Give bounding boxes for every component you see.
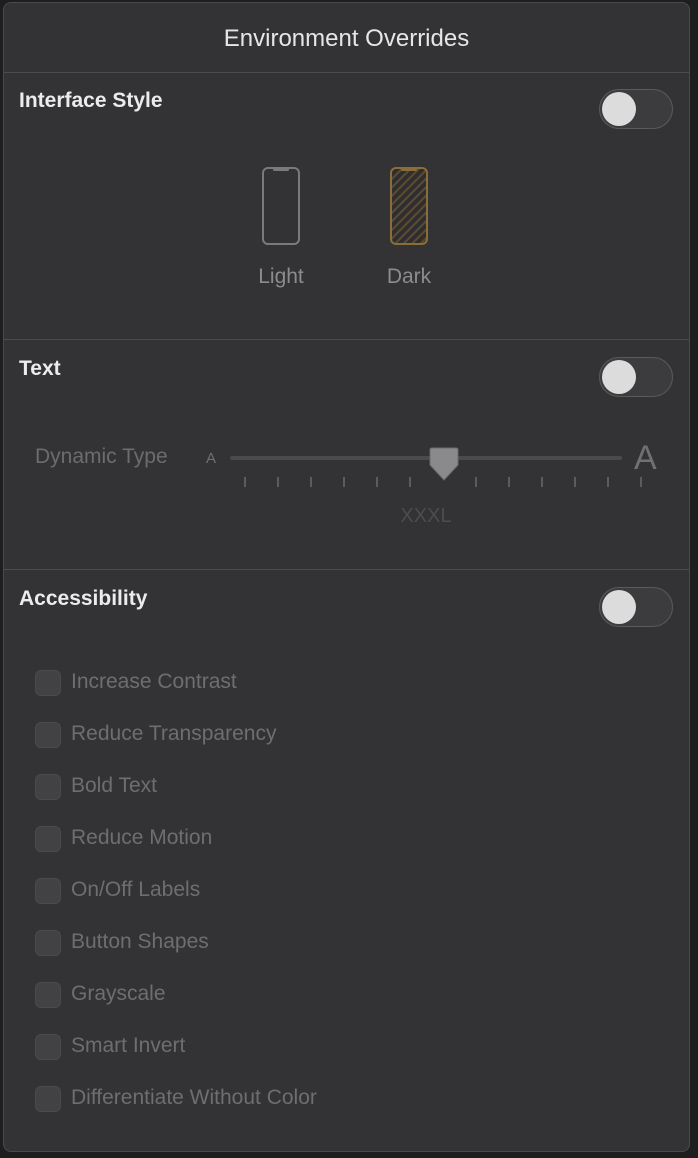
- toggle-knob: [602, 360, 636, 394]
- checkbox-box[interactable]: [35, 878, 61, 904]
- checkbox-box[interactable]: [35, 1086, 61, 1112]
- dynamic-type-value-label: XXXL: [400, 505, 452, 527]
- slider-tick: [640, 477, 642, 487]
- large-text-size-icon: A: [634, 439, 657, 477]
- checkbox-label: Increase Contrast: [71, 670, 237, 693]
- accessibility-section-title: Accessibility: [19, 587, 148, 610]
- popover-title: Environment Overrides: [223, 25, 470, 52]
- interface-style-divider: [4, 339, 689, 340]
- slider-tick: [343, 477, 345, 487]
- slider-tick: [376, 477, 378, 487]
- toggle-knob: [602, 590, 636, 624]
- phone-notch: [401, 168, 417, 171]
- checkbox-box[interactable]: [35, 774, 61, 800]
- dynamic-type-slider-track[interactable]: [230, 456, 622, 460]
- dark-appearance-label: Dark: [386, 265, 432, 288]
- environment-overrides-popover: Environment Overrides Interface Style Li…: [3, 2, 690, 1152]
- slider-tick: [244, 477, 246, 487]
- phone-notch: [273, 168, 289, 171]
- checkbox-label: Reduce Transparency: [71, 722, 277, 745]
- slider-tick: [475, 477, 477, 487]
- slider-tick: [409, 477, 411, 487]
- checkbox-box[interactable]: [35, 1034, 61, 1060]
- text-divider: [4, 569, 689, 570]
- checkbox-box[interactable]: [35, 930, 61, 956]
- dark-appearance-icon[interactable]: [390, 167, 428, 245]
- slider-tick: [541, 477, 543, 487]
- slider-tick: [277, 477, 279, 487]
- light-appearance-label: Light: [258, 265, 304, 288]
- slider-tick: [607, 477, 609, 487]
- dynamic-type-slider-thumb[interactable]: [429, 447, 459, 481]
- text-toggle[interactable]: [599, 357, 673, 397]
- checkbox-label: On/Off Labels: [71, 878, 201, 901]
- slider-tick: [508, 477, 510, 487]
- checkbox-box[interactable]: [35, 982, 61, 1008]
- checkbox-box[interactable]: [35, 826, 61, 852]
- dynamic-type-label: Dynamic Type: [35, 445, 168, 468]
- checkbox-label: Smart Invert: [71, 1034, 186, 1057]
- checkbox-box[interactable]: [35, 670, 61, 696]
- interface-style-title: Interface Style: [19, 89, 163, 112]
- checkbox-label: Reduce Motion: [71, 826, 213, 849]
- text-section-title: Text: [19, 357, 61, 380]
- checkbox-label: Grayscale: [71, 982, 166, 1005]
- light-appearance-icon[interactable]: [262, 167, 300, 245]
- toggle-knob: [602, 92, 636, 126]
- accessibility-toggle[interactable]: [599, 587, 673, 627]
- title-divider: [4, 72, 689, 73]
- checkbox-label: Bold Text: [71, 774, 157, 797]
- small-text-size-icon: A: [206, 450, 217, 467]
- checkbox-label: Button Shapes: [71, 930, 209, 953]
- slider-tick: [574, 477, 576, 487]
- interface-style-toggle[interactable]: [599, 89, 673, 129]
- checkbox-label: Differentiate Without Color: [71, 1086, 317, 1109]
- slider-tick: [310, 477, 312, 487]
- checkbox-box[interactable]: [35, 722, 61, 748]
